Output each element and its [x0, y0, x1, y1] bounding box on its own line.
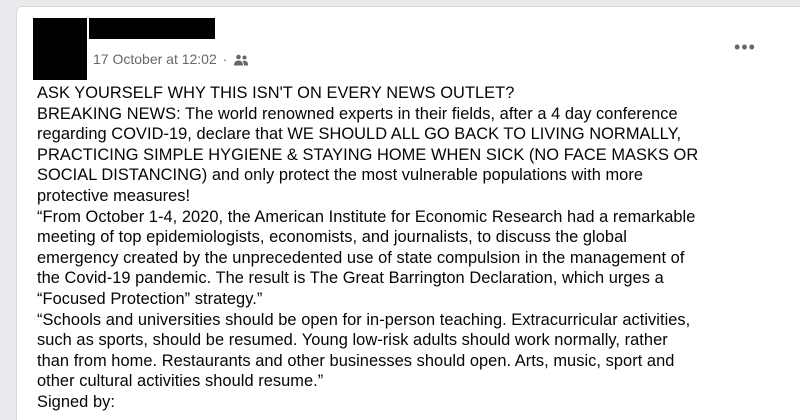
post-line: “Focused Protection” strategy.” — [37, 289, 263, 308]
post-line: regarding COVID-19, declare that WE SHOU… — [37, 125, 682, 144]
author-name-redacted[interactable] — [89, 18, 215, 39]
post-line: “Schools and universities should be open… — [37, 310, 691, 329]
post-card: 17 October at 12:02 · ••• ASK YOURSELF W… — [16, 6, 800, 420]
post-line: ASK YOURSELF WHY THIS ISN'T ON EVERY NEW… — [37, 84, 515, 102]
post-text: ASK YOURSELF WHY THIS ISN'T ON EVERY NEW… — [37, 83, 797, 413]
post-line: BREAKING NEWS: The world renowned expert… — [37, 104, 678, 123]
post-meta: 17 October at 12:02 · — [93, 50, 249, 68]
post-line: protective measures! — [37, 186, 191, 205]
post-line: the Covid-19 pandemic. The result is The… — [37, 269, 664, 288]
post-line: than from home. Restaurants and other bu… — [37, 351, 675, 370]
post-line: emergency created by the unprecedented u… — [37, 248, 685, 267]
post-line: other cultural activities should resume.… — [37, 372, 324, 391]
post-line: SOCIAL DISTANCING) and only protect the … — [37, 166, 644, 185]
post-line: meeting of top epidemiologists, economis… — [37, 228, 627, 247]
more-options-icon[interactable]: ••• — [729, 37, 761, 57]
post-line: PRACTICING SIMPLE HYGIENE & STAYING HOME… — [37, 145, 699, 164]
post-line: Signed by: — [37, 392, 115, 411]
meta-separator: · — [222, 51, 228, 67]
avatar-redacted[interactable] — [33, 18, 87, 80]
post-line: such as sports, should be resumed. Young… — [37, 331, 668, 350]
post-timestamp[interactable]: 17 October at 12:02 — [93, 51, 217, 67]
friends-icon[interactable] — [233, 53, 249, 66]
post-line: “From October 1-4, 2020, the American In… — [37, 207, 696, 226]
